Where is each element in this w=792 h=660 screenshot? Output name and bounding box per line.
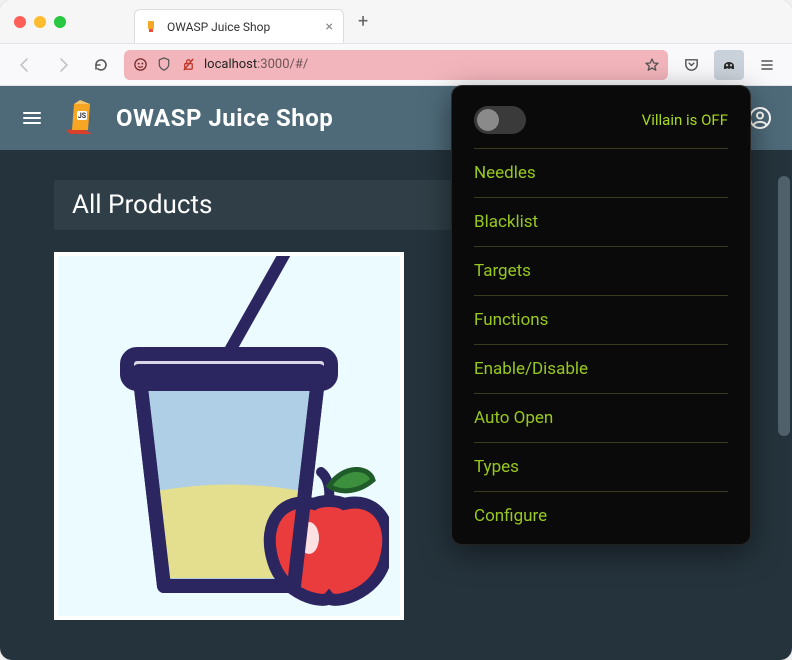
menu-item-configure[interactable]: Configure (474, 491, 728, 540)
menu-item-needles[interactable]: Needles (474, 148, 728, 197)
maximize-window-button[interactable] (54, 16, 66, 28)
menu-item-targets[interactable]: Targets (474, 246, 728, 295)
app-menu-button[interactable] (752, 50, 782, 80)
villain-extension-button[interactable] (714, 50, 744, 80)
account-icon[interactable] (748, 106, 772, 130)
address-bar[interactable]: localhost:3000/#/ (124, 50, 668, 80)
menu-icon[interactable] (20, 106, 44, 130)
product-image (58, 256, 400, 616)
reload-button[interactable] (86, 50, 116, 80)
svg-text:JS: JS (78, 112, 87, 120)
url-text: localhost:3000/#/ (204, 57, 636, 72)
app-logo: JS (60, 98, 100, 138)
toggle-knob (477, 109, 499, 131)
menu-item-auto-open[interactable]: Auto Open (474, 393, 728, 442)
back-button[interactable] (10, 50, 40, 80)
titlebar: OWASP Juice Shop × + (0, 0, 792, 44)
browser-window: OWASP Juice Shop × + localhost:300 (0, 0, 792, 660)
villain-toggle[interactable] (474, 106, 526, 134)
window-controls (14, 16, 66, 28)
close-tab-button[interactable]: × (326, 19, 333, 35)
identity-icon[interactable] (132, 57, 148, 73)
menu-item-types[interactable]: Types (474, 442, 728, 491)
pocket-button[interactable] (676, 50, 706, 80)
close-window-button[interactable] (14, 16, 26, 28)
vertical-scrollbar[interactable] (778, 176, 790, 436)
tab-title: OWASP Juice Shop (167, 20, 270, 34)
product-card[interactable] (54, 252, 404, 620)
insecure-lock-icon[interactable] (180, 57, 196, 73)
url-port: :3000 (257, 57, 289, 72)
url-path: /#/ (290, 57, 309, 72)
menu-item-enable-disable[interactable]: Enable/Disable (474, 344, 728, 393)
new-tab-button[interactable]: + (352, 11, 374, 32)
menu-item-blacklist[interactable]: Blacklist (474, 197, 728, 246)
menu-item-functions[interactable]: Functions (474, 295, 728, 344)
extension-menu: Needles Blacklist Targets Functions Enab… (452, 148, 750, 540)
url-host: localhost (204, 57, 257, 72)
forward-button[interactable] (48, 50, 78, 80)
bookmark-star-icon[interactable] (644, 57, 660, 73)
tab-favicon (145, 20, 159, 34)
browser-toolbar: localhost:3000/#/ (0, 44, 792, 86)
villain-status: Villain is OFF (642, 111, 728, 129)
shield-icon[interactable] (156, 57, 172, 73)
extension-popup: Villain is OFF Needles Blacklist Targets… (452, 86, 750, 544)
minimize-window-button[interactable] (34, 16, 46, 28)
browser-tab[interactable]: OWASP Juice Shop × (134, 9, 344, 43)
extension-header: Villain is OFF (452, 102, 750, 148)
